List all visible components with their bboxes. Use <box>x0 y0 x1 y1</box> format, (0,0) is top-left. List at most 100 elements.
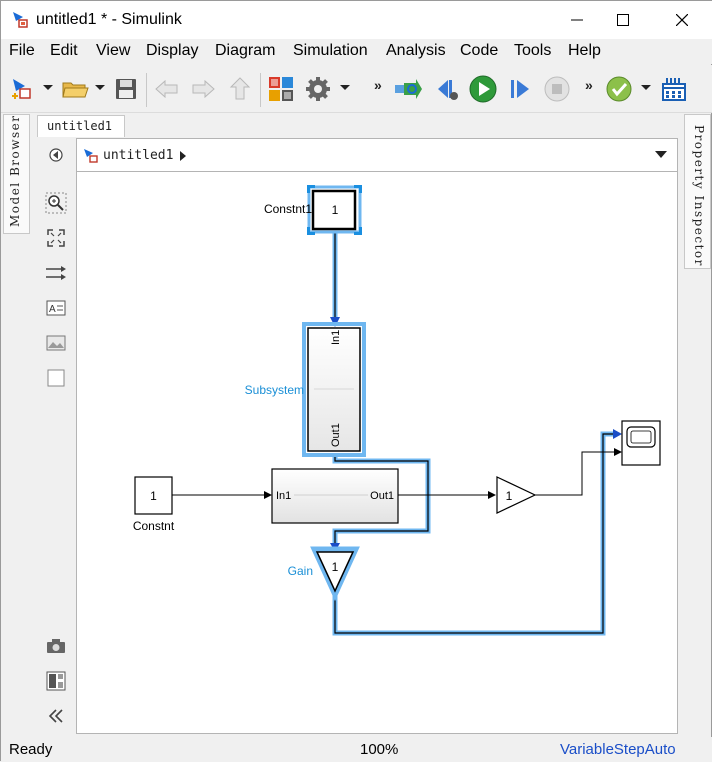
property-inspector-tab[interactable]: Property Inspector <box>684 114 711 269</box>
block-constnt[interactable]: 1 <box>134 476 173 515</box>
model-tabs: untitled1 <box>37 115 683 137</box>
update-diagram-icon <box>395 79 422 99</box>
annotation-icon: A <box>46 300 66 316</box>
stop-icon <box>544 76 570 102</box>
new-model-dropdown-icon[interactable] <box>43 85 53 90</box>
status-bar: Ready 100% VariableStepAuto <box>1 737 712 762</box>
model-browser-tab[interactable]: Model Browser <box>3 114 30 234</box>
menu-tools[interactable]: Tools <box>514 42 551 60</box>
menu-analysis[interactable]: Analysis <box>386 42 446 60</box>
svg-text:A: A <box>49 304 56 315</box>
signal-line-subsystem-gain-right[interactable] <box>398 491 496 499</box>
model-browser-label: Model Browser <box>8 114 22 228</box>
chevron-right-icon <box>180 151 186 161</box>
block-layout-button[interactable] <box>45 670 67 692</box>
navigate-back-icon <box>49 148 63 162</box>
back-button[interactable] <box>152 74 182 104</box>
signal-line-constnt-subsystem[interactable] <box>172 491 272 499</box>
run-button[interactable] <box>468 74 498 104</box>
model-settings-button[interactable] <box>303 74 333 104</box>
model-advisor-button[interactable] <box>604 74 634 104</box>
open-folder-icon <box>62 82 89 98</box>
step-back-icon <box>438 80 458 100</box>
menu-edit[interactable]: Edit <box>50 42 78 60</box>
block-subsystem[interactable]: In1 Out1 <box>302 322 366 457</box>
double-chevron-left-icon <box>48 709 63 723</box>
toolbar-more-icon-2[interactable]: » <box>585 77 593 93</box>
tab-untitled1[interactable]: untitled1 <box>37 115 125 137</box>
open-button[interactable] <box>60 74 90 104</box>
maximize-button[interactable] <box>600 1 646 39</box>
stop-button[interactable] <box>542 74 572 104</box>
fit-to-view-button[interactable] <box>45 227 67 249</box>
step-forward-button[interactable] <box>505 74 535 104</box>
open-dropdown-icon[interactable] <box>95 85 105 90</box>
breadcrumb: untitled1 <box>76 138 678 172</box>
gain-label: Gain <box>288 564 313 578</box>
model-settings-dropdown-icon[interactable] <box>340 85 350 90</box>
gain-right-value: 1 <box>506 489 513 503</box>
block-subsystem-plain[interactable]: In1 Out1 <box>271 468 399 524</box>
camera-icon <box>47 639 65 653</box>
save-icon <box>116 79 136 99</box>
zoom-button[interactable] <box>45 192 67 214</box>
model-advisor-dropdown-icon[interactable] <box>641 85 651 90</box>
menu-diagram[interactable]: Diagram <box>215 42 275 60</box>
menu-code[interactable]: Code <box>460 42 498 60</box>
gain-value: 1 <box>332 560 339 574</box>
check-icon <box>606 76 632 102</box>
new-model-button[interactable] <box>7 74 37 104</box>
area-button[interactable] <box>45 367 67 389</box>
block-constnt1[interactable]: 1 <box>307 185 362 235</box>
title-bar: untitled1 * - Simulink <box>1 1 712 39</box>
new-model-icon <box>12 79 31 99</box>
subsystem-plain-in-port: In1 <box>276 490 291 502</box>
step-back-button[interactable] <box>432 74 462 104</box>
subsystem-in-port: In1 <box>330 330 342 345</box>
chevron-down-icon[interactable] <box>655 151 667 159</box>
image-button[interactable] <box>45 332 67 354</box>
block-gain-right[interactable]: 1 <box>496 476 537 514</box>
area-icon <box>47 369 65 387</box>
subsystem-plain-out-port: Out1 <box>370 490 394 502</box>
menu-help[interactable]: Help <box>568 42 601 60</box>
run-icon <box>469 75 497 103</box>
constnt1-label: Constnt1 <box>264 202 312 216</box>
collapse-palette-button[interactable] <box>45 705 67 727</box>
menu-file[interactable]: File <box>9 42 35 60</box>
run-pacing-button[interactable] <box>393 74 423 104</box>
hide-show-explorer-button[interactable] <box>45 144 67 166</box>
toolbar-more-icon[interactable]: » <box>374 77 382 93</box>
minimize-icon <box>571 19 583 21</box>
block-gain[interactable]: 1 <box>310 546 360 602</box>
signal-line-constnt1-subsystem[interactable] <box>330 231 340 327</box>
model-canvas[interactable]: 1 Constnt1 In1 Out1 Subsystem 1 Constnt <box>76 172 678 734</box>
data-inspector-button[interactable] <box>659 74 689 104</box>
breadcrumb-item[interactable]: untitled1 <box>103 148 173 163</box>
screenshot-button[interactable] <box>45 635 67 657</box>
arrange-signals-button[interactable] <box>45 262 67 284</box>
signal-line-gain-right-scope[interactable] <box>535 448 622 496</box>
forward-icon <box>192 79 215 99</box>
up-icon <box>229 77 251 100</box>
block-scope[interactable] <box>621 420 661 466</box>
subsystem-out-port: Out1 <box>330 423 342 447</box>
menu-display[interactable]: Display <box>146 42 198 60</box>
library-browser-button[interactable] <box>266 74 296 104</box>
annotation-button[interactable]: A <box>45 297 67 319</box>
close-button[interactable] <box>659 1 705 39</box>
menu-simulation[interactable]: Simulation <box>293 42 368 60</box>
data-inspector-icon <box>662 78 686 101</box>
menu-view[interactable]: View <box>96 42 130 60</box>
solver-link[interactable]: VariableStepAuto <box>560 741 676 758</box>
constnt-label: Constnt <box>133 519 175 533</box>
save-button[interactable] <box>111 74 141 104</box>
subsystem-label: Subsystem <box>245 383 304 397</box>
toolbar-separator <box>260 73 261 107</box>
up-button[interactable] <box>225 74 255 104</box>
close-icon <box>676 14 688 26</box>
minimize-button[interactable] <box>554 1 600 39</box>
forward-button[interactable] <box>188 74 218 104</box>
zoom-level[interactable]: 100% <box>360 741 398 758</box>
image-icon <box>46 335 66 351</box>
